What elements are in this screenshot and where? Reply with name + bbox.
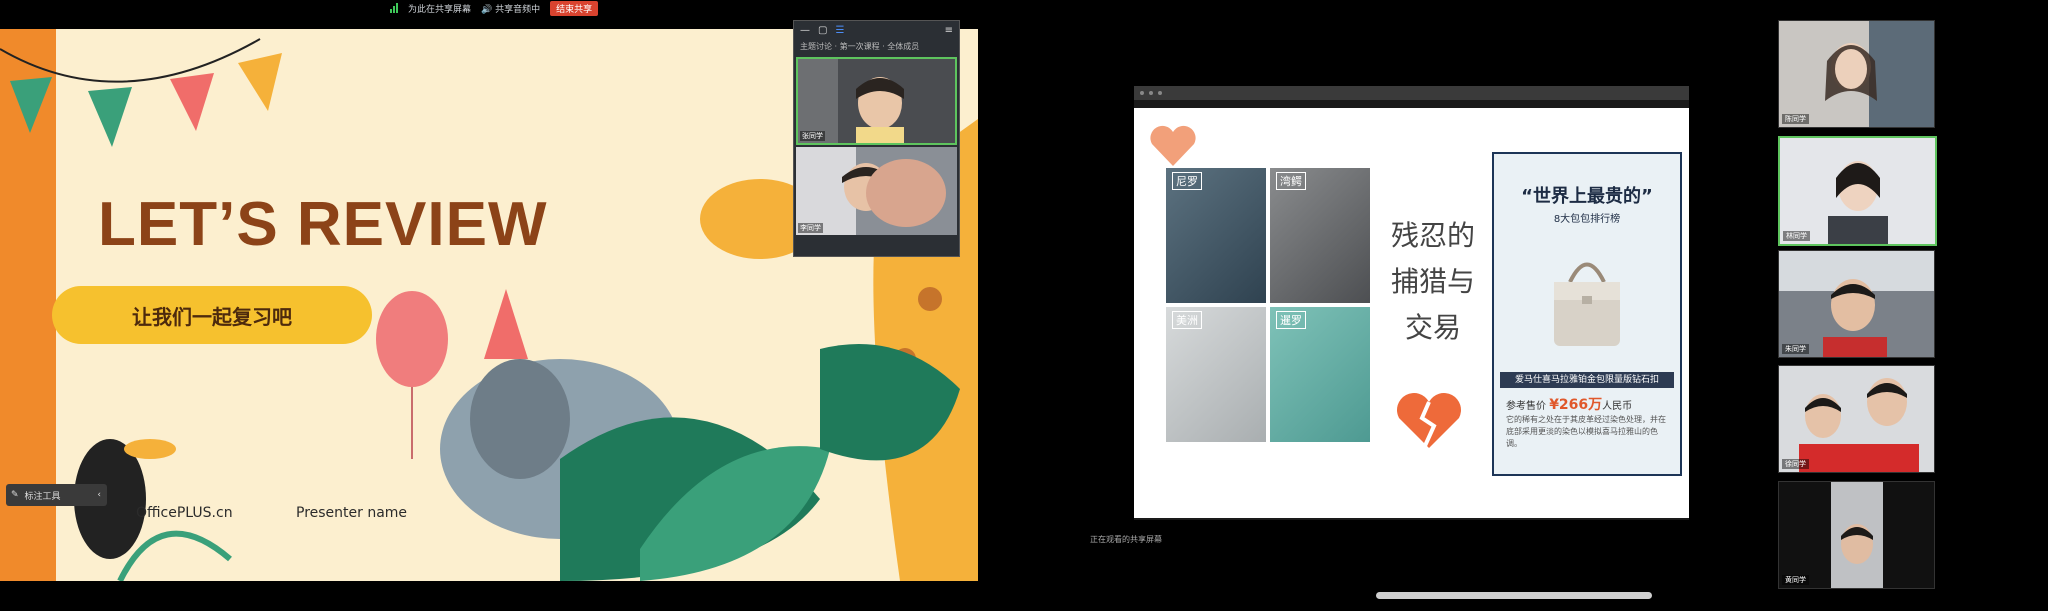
handbag-image (1554, 262, 1620, 346)
meeting-topic: 主题讨论 · 第一次课程 · 全体成员 (800, 42, 920, 51)
participant-name: 朱同学 (1782, 344, 1809, 354)
participant-name: 黄同学 (1782, 575, 1809, 585)
video-tile[interactable]: 李同学 (796, 147, 957, 235)
broken-heart-icon (1397, 393, 1461, 449)
participant-video (1779, 251, 1934, 357)
leather-tag: 尼罗 (1172, 172, 1202, 190)
slide-brand: OfficePLUS.cn (136, 505, 233, 521)
menu-icon[interactable]: ≡ (945, 25, 953, 36)
minimize-icon[interactable]: — (800, 25, 810, 36)
audio-share-status: 🔊 共享音频中 (481, 4, 541, 15)
sharing-status-text: 为此在共享屏幕 (408, 4, 472, 15)
slide-subtitle-pill: 让我们一起复习吧 (52, 286, 372, 344)
list-icon[interactable]: ☰ (835, 25, 844, 36)
slide-middle-text: 残忍的 捕猎与 交易 (1379, 213, 1487, 351)
card-price: 参考售价 ¥266万人民币 (1506, 397, 1633, 413)
leather-tag: 美洲 (1172, 311, 1202, 329)
participant-name: 李同学 (798, 223, 823, 233)
bunting-flag (88, 87, 132, 147)
window-icon[interactable]: ▢ (818, 25, 827, 36)
card-title: “世界上最贵的” (1521, 186, 1653, 207)
participant-name: 徐同学 (1782, 459, 1809, 469)
heart-decoration-icon (1150, 125, 1196, 166)
floating-video-panel[interactable]: — ▢ ☰ ≡ 主题讨论 · 第一次课程 · 全体成员 张同学 李同学 (793, 20, 960, 257)
slide-title: LET’S REVIEW (98, 190, 548, 259)
annotation-toolbar[interactable]: ✎ 标注工具 ‹ (6, 484, 107, 506)
leather-sample: 湾鳄 (1270, 168, 1370, 303)
participant-tile[interactable]: 徐同学 (1778, 365, 1935, 473)
end-sharing-button[interactable]: 结束共享 (550, 0, 599, 16)
participant-tile-active[interactable]: 林同学 (1778, 136, 1937, 246)
participant-video (1779, 21, 1934, 127)
participant-video (1779, 482, 1934, 588)
participant-video (1780, 138, 1935, 244)
scroll-handle[interactable] (1376, 592, 1652, 599)
participant-video (1779, 366, 1934, 472)
participant-video (796, 147, 957, 235)
card-description: 它的稀有之处在于其皮革经过染色处理，并在底部采用更淡的染色以模拟喜马拉雅山的色调… (1506, 415, 1666, 448)
party-hat (484, 289, 528, 359)
middle-line: 残忍的 (1390, 219, 1475, 252)
leather-sample: 暹罗 (1270, 307, 1370, 442)
leather-tag: 湾鳄 (1276, 172, 1306, 190)
collapse-icon[interactable]: ‹ (97, 490, 101, 500)
leather-sample: 尼罗 (1166, 168, 1266, 303)
card-subtitle: 8大包包排行榜 (1553, 214, 1621, 225)
sharing-status-bar: 为此在共享屏幕 🔊 共享音频中 结束共享 (390, 0, 599, 16)
bunting-flag (238, 53, 282, 111)
ranking-card: “世界上最贵的” 8大包包排行榜 爱马仕喜马拉雅铂金包限量版钻石扣 参考售价 ¥… (1492, 152, 1682, 476)
signal-icon (390, 3, 398, 13)
slide-page: 尼罗 湾鳄 美洲 暹罗 残忍的 捕猎与 交易 “世界上最贵的” 8大包包排行榜 (1134, 108, 1689, 518)
leather-sample: 美洲 (1166, 307, 1266, 442)
participant-name: 陈同学 (1782, 114, 1809, 124)
participant-tile[interactable]: 黄同学 (1778, 481, 1935, 589)
share-caption: 正在观看的共享屏幕 (1090, 535, 1162, 544)
presenter-name: Presenter name (296, 505, 408, 521)
participant-tile[interactable]: 陈同学 (1778, 20, 1935, 128)
participant-name: 张同学 (800, 131, 825, 141)
middle-line: 捕猎与 (1390, 265, 1475, 298)
card-banner: 爱马仕喜马拉雅铂金包限量版钻石扣 (1500, 372, 1674, 388)
annotation-label: 标注工具 (24, 491, 61, 502)
pen-icon: ✎ (11, 490, 19, 500)
participant-name: 林同学 (1783, 231, 1810, 241)
video-tile[interactable]: 张同学 (796, 57, 957, 145)
slide-window-bar (1134, 86, 1689, 100)
middle-line: 交易 (1404, 311, 1461, 344)
bunting-flag (170, 73, 214, 131)
shared-slide-right: 尼罗 湾鳄 美洲 暹罗 残忍的 捕猎与 交易 “世界上最贵的” 8大包包排行榜 (1134, 86, 1689, 520)
participant-tile[interactable]: 朱同学 (1778, 250, 1935, 358)
leather-tag: 暹罗 (1276, 311, 1306, 329)
video-panel-toolbar: — ▢ ☰ ≡ (794, 21, 959, 39)
balloon-icon (376, 291, 448, 387)
